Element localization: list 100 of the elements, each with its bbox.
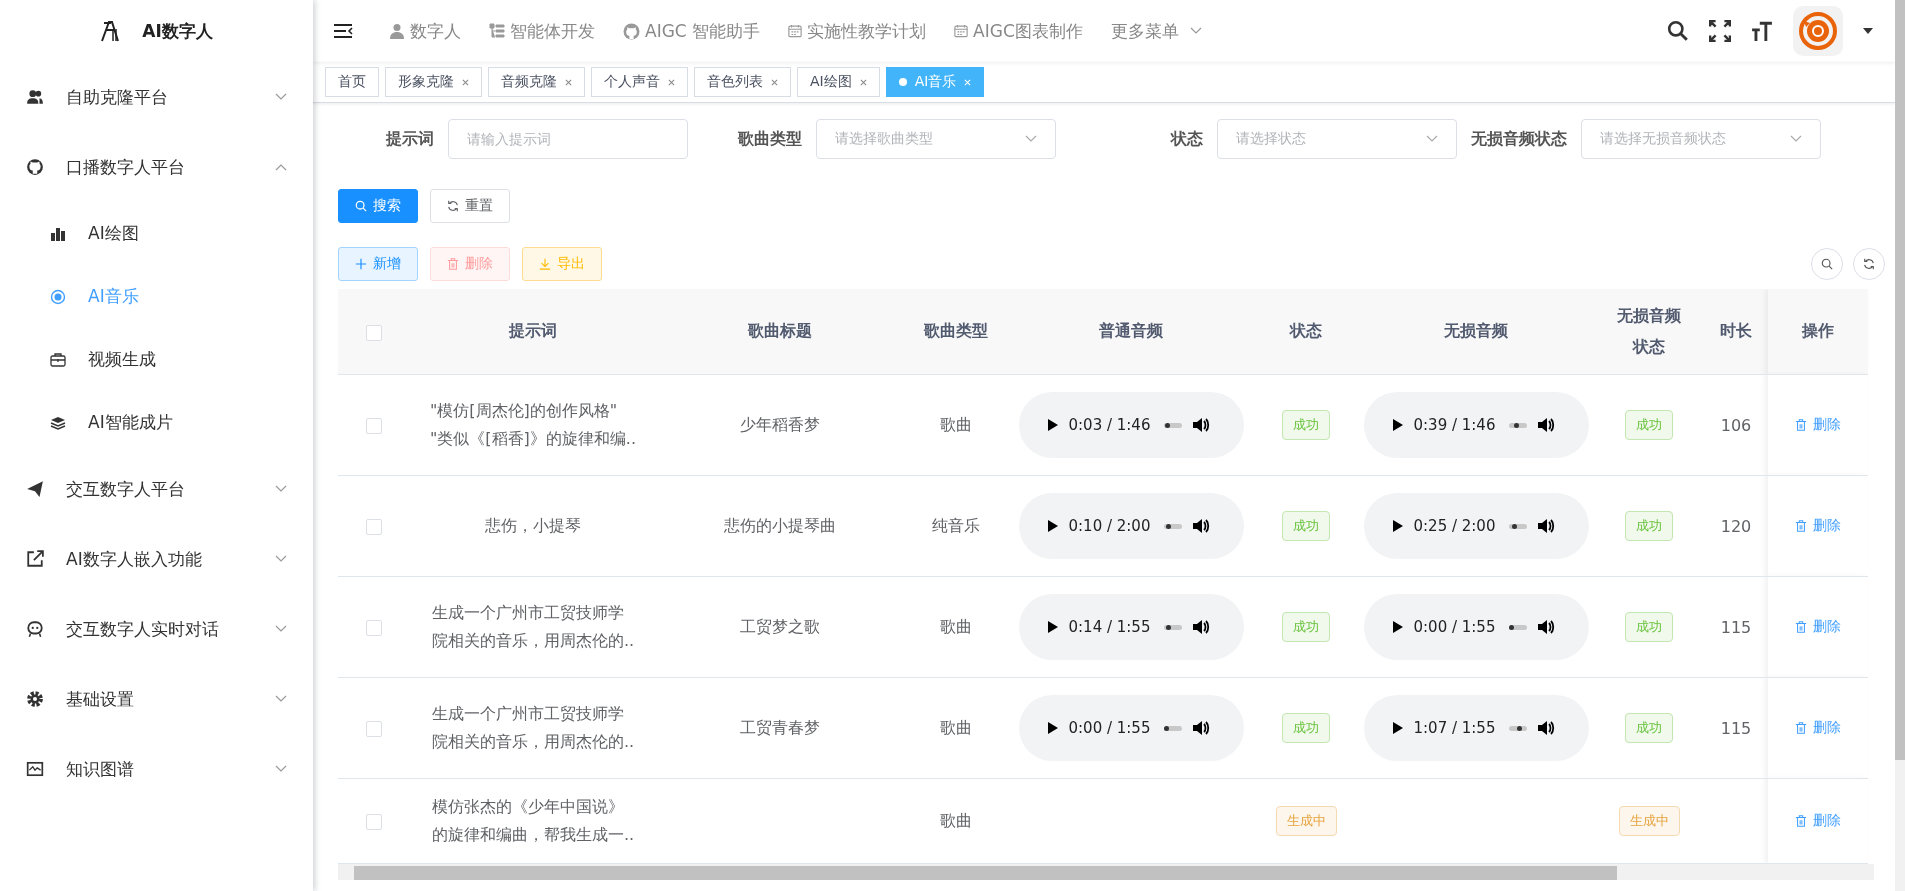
audio-player[interactable]: 0:10 / 2:00 bbox=[1018, 493, 1244, 559]
chevron-up-icon bbox=[275, 163, 287, 171]
close-icon[interactable] bbox=[462, 78, 469, 86]
table-cell: 工贸梦之歌 bbox=[740, 616, 820, 636]
layers-icon bbox=[50, 414, 66, 431]
column-header: 无损音频状态 bbox=[1616, 305, 1682, 358]
menu-fold-icon[interactable] bbox=[333, 23, 353, 39]
fullscreen-icon[interactable] bbox=[1709, 20, 1731, 42]
play-icon[interactable] bbox=[1391, 620, 1404, 634]
nav-item[interactable]: 更多菜单 bbox=[1096, 19, 1216, 43]
page-tab[interactable]: 音色列表 bbox=[694, 67, 791, 97]
refresh-icon bbox=[447, 200, 459, 212]
progress-slider[interactable] bbox=[1164, 422, 1183, 428]
volume-icon[interactable] bbox=[1537, 416, 1556, 434]
volume-icon[interactable] bbox=[1537, 719, 1556, 737]
sidebar-subitem[interactable]: 视频生成 bbox=[0, 328, 313, 391]
status-tag: 成功 bbox=[1282, 713, 1330, 743]
row-checkbox[interactable] bbox=[366, 814, 382, 830]
reset-button[interactable]: 重置 bbox=[430, 189, 510, 223]
close-icon[interactable] bbox=[859, 78, 867, 86]
page-tab[interactable]: 个人声音 bbox=[591, 67, 688, 97]
status-tag: 成功 bbox=[1625, 713, 1673, 743]
avatar[interactable] bbox=[1793, 6, 1843, 56]
filter-label: 无损音频状态 bbox=[1471, 128, 1567, 150]
status-tag: 成功 bbox=[1625, 410, 1673, 440]
progress-slider[interactable] bbox=[1509, 624, 1528, 630]
play-icon[interactable] bbox=[1391, 721, 1404, 735]
close-icon[interactable] bbox=[565, 78, 572, 86]
filter-label: 状态 bbox=[1171, 128, 1203, 150]
row-checkbox[interactable] bbox=[366, 519, 382, 535]
page-tab[interactable]: 形象克隆 bbox=[385, 67, 482, 97]
volume-icon[interactable] bbox=[1192, 719, 1211, 737]
sidebar-item[interactable]: 自助克隆平台 bbox=[0, 62, 313, 132]
nav-item[interactable]: AIGC 智能助手 bbox=[609, 19, 775, 43]
search-icon[interactable] bbox=[1667, 20, 1689, 42]
column-header: 歌曲标题 bbox=[748, 321, 812, 340]
progress-slider[interactable] bbox=[1164, 624, 1183, 630]
audio-player[interactable]: 0:39 / 1:46 bbox=[1363, 392, 1589, 458]
sidebar-item[interactable]: 知识图谱 bbox=[0, 734, 313, 804]
input-field[interactable]: 请输入提示词 bbox=[448, 119, 688, 159]
audio-player[interactable]: 0:14 / 1:55 bbox=[1018, 594, 1244, 660]
table-cell: 歌曲 bbox=[940, 414, 972, 434]
nav-item[interactable]: 数字人 bbox=[375, 19, 475, 43]
sidebar-item[interactable]: 交互数字人实时对话 bbox=[0, 594, 313, 664]
row-checkbox[interactable] bbox=[366, 721, 382, 737]
filter-label: 歌曲类型 bbox=[738, 128, 802, 150]
prompt-line: 模仿张杰的《少年中国说》 bbox=[431, 796, 624, 818]
active-dot-icon bbox=[898, 78, 907, 86]
page-tab[interactable]: AI绘图 bbox=[797, 67, 880, 97]
play-icon[interactable] bbox=[1046, 418, 1059, 432]
status-tag: 生成中 bbox=[1618, 806, 1680, 836]
sidebar-item[interactable]: 基础设置 bbox=[0, 664, 313, 734]
select-all-checkbox[interactable] bbox=[366, 324, 382, 341]
volume-icon[interactable] bbox=[1192, 416, 1211, 434]
prompt-line: 院相关的音乐，用周杰伦的.. bbox=[431, 731, 635, 753]
volume-icon[interactable] bbox=[1537, 517, 1556, 535]
download-icon bbox=[539, 258, 551, 270]
sidebar-subitem[interactable]: AI智能成片 bbox=[0, 391, 313, 454]
play-icon[interactable] bbox=[1046, 519, 1059, 533]
column-header: 提示词 bbox=[509, 321, 557, 340]
font-size-icon[interactable] bbox=[1751, 20, 1773, 42]
sidebar-item[interactable]: 交互数字人平台 bbox=[0, 454, 313, 524]
row-checkbox[interactable] bbox=[366, 418, 382, 434]
audio-player[interactable]: 0:00 / 1:55 bbox=[1363, 594, 1589, 660]
nav-item[interactable]: AIGC图表制作 bbox=[940, 19, 1097, 43]
close-icon[interactable] bbox=[668, 78, 675, 86]
play-icon[interactable] bbox=[1046, 620, 1059, 634]
nav-item[interactable]: 实施性教学计划 bbox=[774, 19, 941, 43]
refresh-button[interactable] bbox=[1853, 248, 1885, 280]
close-icon[interactable] bbox=[771, 78, 778, 86]
volume-icon[interactable] bbox=[1192, 517, 1211, 535]
table-cell: 115 bbox=[1720, 617, 1752, 637]
sidebar-item[interactable]: AI数字人嵌入功能 bbox=[0, 524, 313, 594]
caret-icon[interactable] bbox=[1863, 28, 1873, 34]
page-tab[interactable]: 音频克隆 bbox=[488, 67, 585, 97]
chart-window-icon bbox=[26, 760, 44, 778]
status-tag: 生成中 bbox=[1275, 806, 1337, 836]
page-tab[interactable]: 首页 bbox=[325, 67, 379, 97]
horizontal-scrollbar[interactable] bbox=[338, 864, 1874, 880]
play-icon[interactable] bbox=[1391, 418, 1404, 432]
progress-slider[interactable] bbox=[1164, 725, 1183, 731]
volume-icon[interactable] bbox=[1192, 618, 1211, 636]
play-icon[interactable] bbox=[1046, 721, 1059, 735]
volume-icon[interactable] bbox=[1537, 618, 1556, 636]
audio-player[interactable]: 1:07 / 1:55 bbox=[1363, 695, 1589, 761]
nav-item[interactable]: 智能体开发 bbox=[475, 19, 609, 43]
progress-slider[interactable] bbox=[1509, 422, 1528, 428]
audio-player[interactable]: 0:00 / 1:55 bbox=[1018, 695, 1244, 761]
progress-slider[interactable] bbox=[1509, 523, 1528, 529]
progress-slider[interactable] bbox=[1509, 725, 1528, 731]
sidebar-subitem[interactable]: AI绘图 bbox=[0, 202, 313, 265]
play-icon[interactable] bbox=[1391, 519, 1404, 533]
vertical-scrollbar[interactable] bbox=[1895, 0, 1905, 891]
audio-player[interactable]: 0:25 / 2:00 bbox=[1363, 493, 1589, 559]
progress-slider[interactable] bbox=[1164, 523, 1183, 529]
github-icon bbox=[623, 22, 640, 40]
audio-player[interactable]: 0:03 / 1:46 bbox=[1018, 392, 1244, 458]
sidebar-item[interactable]: 口播数字人平台 bbox=[0, 132, 313, 202]
row-checkbox[interactable] bbox=[366, 620, 382, 636]
search-toggle-button[interactable] bbox=[1811, 248, 1843, 280]
